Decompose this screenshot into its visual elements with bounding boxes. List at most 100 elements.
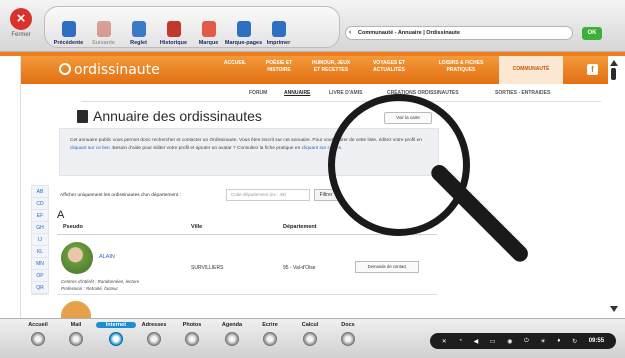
- nav-poesie-histoire[interactable]: POÉSIE ET HISTOIRE: [257, 60, 301, 74]
- battery-icon[interactable]: ▭: [490, 338, 496, 345]
- view-map-button[interactable]: Voir la carte: [384, 112, 432, 124]
- member-department: 95 - Val-d'Oise: [283, 265, 316, 271]
- logo-icon: [59, 63, 71, 75]
- scroll-thumb[interactable]: [611, 68, 616, 80]
- website-content: ordissinaute ACCUEIL POÉSIE ET HISTOIRE …: [20, 56, 610, 318]
- subnav-annuaire[interactable]: ANNUAIRE: [284, 90, 310, 96]
- dock-item-label: Mail: [70, 322, 82, 328]
- address-arrow-icon: ‹: [349, 29, 352, 36]
- help-sheet-link[interactable]: cliquant sur ce lien: [302, 146, 342, 151]
- dock-item-ecrire[interactable]: Ecrire: [250, 322, 290, 346]
- nav-loisirs[interactable]: LOISIRS & FICHES PRATIQUES: [433, 60, 489, 74]
- subnav-forum[interactable]: FORUM: [249, 90, 267, 96]
- browser-top-bar: × Fermer Précédente Suivante Reglet Histori…: [0, 0, 625, 52]
- member-city: SURVILLIERS: [191, 265, 224, 271]
- member-profession-line: Profession : Retraité, facteur: [61, 286, 119, 291]
- dock-app-icon: [303, 332, 317, 346]
- close-icon: ×: [10, 8, 32, 30]
- dock-item-label: Internet: [96, 322, 136, 328]
- dock-item-agenda[interactable]: Agenda: [212, 322, 252, 346]
- refresh-icon[interactable]: ↻: [572, 338, 577, 345]
- wifi-icon[interactable]: ◔: [458, 338, 462, 344]
- filter-button[interactable]: Filtrer: [314, 189, 338, 201]
- volume-icon[interactable]: ◀: [474, 338, 479, 345]
- alphabet-index-item[interactable]: KL: [32, 246, 48, 258]
- subnav-creations[interactable]: CRÉATIONS ORDISSINAUTES: [387, 90, 459, 96]
- power-icon[interactable]: ⏻: [524, 338, 529, 345]
- printer-icon: [271, 21, 286, 37]
- alphabet-index-item[interactable]: MN: [32, 258, 48, 270]
- dock-item-label: Photos: [182, 322, 202, 328]
- toolbar-item-history[interactable]: Historique: [156, 8, 191, 46]
- dock-item-calcul[interactable]: Calcul: [290, 322, 330, 346]
- alphabet-index-item[interactable]: GH: [32, 222, 48, 234]
- avatar: [61, 242, 93, 274]
- alphabet-index-item[interactable]: AB: [32, 186, 48, 198]
- alphabet-index-item[interactable]: QR: [32, 282, 48, 294]
- edit-profile-link[interactable]: cliquant sur ce lien: [70, 146, 110, 151]
- column-header-ville: Ville: [191, 224, 203, 230]
- member-interests: Centres d'intérêt : Randonnées, lecture …: [61, 278, 139, 292]
- intro-text-2: . Besoin d'aide pour éditer votre profil…: [109, 146, 302, 151]
- toolbar-item-label: Historique: [159, 40, 188, 46]
- dock-item-label: Ecrire: [262, 322, 278, 328]
- toolbar-item-label: Suivante: [92, 40, 115, 46]
- alphabet-index-item[interactable]: IJ: [32, 234, 48, 246]
- column-header-pseudo: Pseudo: [63, 224, 83, 230]
- contact-request-button[interactable]: Demande de contact: [355, 261, 419, 273]
- row-divider: [57, 294, 437, 295]
- close-button[interactable]: × Fermer: [6, 8, 36, 48]
- ruler-icon: [131, 21, 146, 37]
- dock-item-docs[interactable]: Docs: [328, 322, 368, 346]
- column-header-departement: Département: [283, 224, 317, 230]
- toolbar-item-bookmarks[interactable]: Marque-pages: [225, 8, 262, 46]
- alphabet-index-item[interactable]: OP: [32, 270, 48, 282]
- address-bar[interactable]: ‹ Communauté - Annuaire | Ordissinaute: [345, 26, 573, 40]
- sync-icon[interactable]: ◉: [507, 338, 512, 345]
- nav-accueil[interactable]: ACCUEIL: [213, 60, 257, 67]
- toolbar-item-label: Marque: [198, 40, 219, 46]
- department-filter-input[interactable]: Code département (ex : 49): [226, 189, 310, 201]
- dock-item-label: Calcul: [301, 322, 319, 328]
- toolbar-item-back-page[interactable]: Précédente: [51, 8, 86, 46]
- toolbar-item-ruler[interactable]: Reglet: [121, 8, 156, 46]
- scroll-up-icon[interactable]: [610, 60, 618, 66]
- member-interests-line: Centres d'intérêt : Randonnées, lecture: [61, 279, 140, 284]
- trash-icon[interactable]: ♦: [557, 338, 560, 344]
- toolbar-item-printer[interactable]: Imprimer: [261, 8, 296, 46]
- subnav-sorties[interactable]: SORTIES - ENTRAIDES: [495, 90, 550, 96]
- dock-app-icon: [69, 332, 83, 346]
- dock-app-icon: [109, 332, 123, 346]
- site-logo[interactable]: ordissinaute: [59, 62, 160, 78]
- settings-icon[interactable]: ✕: [442, 338, 447, 345]
- dock-app-icon: [225, 332, 239, 346]
- browser-toolbar: Précédente Suivante Reglet Historique Marque…: [44, 6, 340, 48]
- avatar: [61, 301, 91, 318]
- dock-item-accueil[interactable]: Accueil: [18, 322, 58, 346]
- logo-text: ordissinaute: [74, 62, 160, 78]
- scroll-down-icon[interactable]: [610, 306, 618, 312]
- intro-text-1: Cet annuaire public vous permet donc rec…: [70, 138, 422, 143]
- dock-item-adresses[interactable]: Adresses: [134, 322, 174, 346]
- toolbar-item-bookmark[interactable]: Marque: [191, 8, 226, 46]
- bookmark-icon: [201, 21, 216, 37]
- brightness-icon[interactable]: ☀: [540, 338, 545, 345]
- dock-item-internet[interactable]: Internet: [96, 322, 136, 346]
- dock-app-icon: [341, 332, 355, 346]
- address-text: Communauté - Annuaire | Ordissinaute: [358, 30, 460, 36]
- nav-humour-jeux[interactable]: HUMOUR, JEUX ET RECETTES: [309, 60, 353, 74]
- nav-communaute[interactable]: COMMUNAUTÉ: [499, 56, 563, 84]
- member-pseudo-link[interactable]: ALAIN: [99, 254, 115, 260]
- subnav-livre-amis[interactable]: LIVRE D'AMIS: [329, 90, 362, 96]
- bookmarks-icon: [236, 21, 251, 37]
- alphabet-index-item[interactable]: CD: [32, 198, 48, 210]
- vertical-scrollbar[interactable]: [608, 56, 618, 318]
- dock-item-mail[interactable]: Mail: [56, 322, 96, 346]
- nav-voyages[interactable]: VOYAGES ET ACTUALITÉS: [367, 60, 411, 74]
- site-header: ordissinaute ACCUEIL POÉSIE ET HISTOIRE …: [21, 56, 609, 84]
- alphabet-index-item[interactable]: EF: [32, 210, 48, 222]
- ok-button[interactable]: OK: [582, 27, 602, 40]
- facebook-icon[interactable]: f: [587, 64, 598, 75]
- clock: 09:55: [588, 338, 605, 344]
- dock-item-photos[interactable]: Photos: [172, 322, 212, 346]
